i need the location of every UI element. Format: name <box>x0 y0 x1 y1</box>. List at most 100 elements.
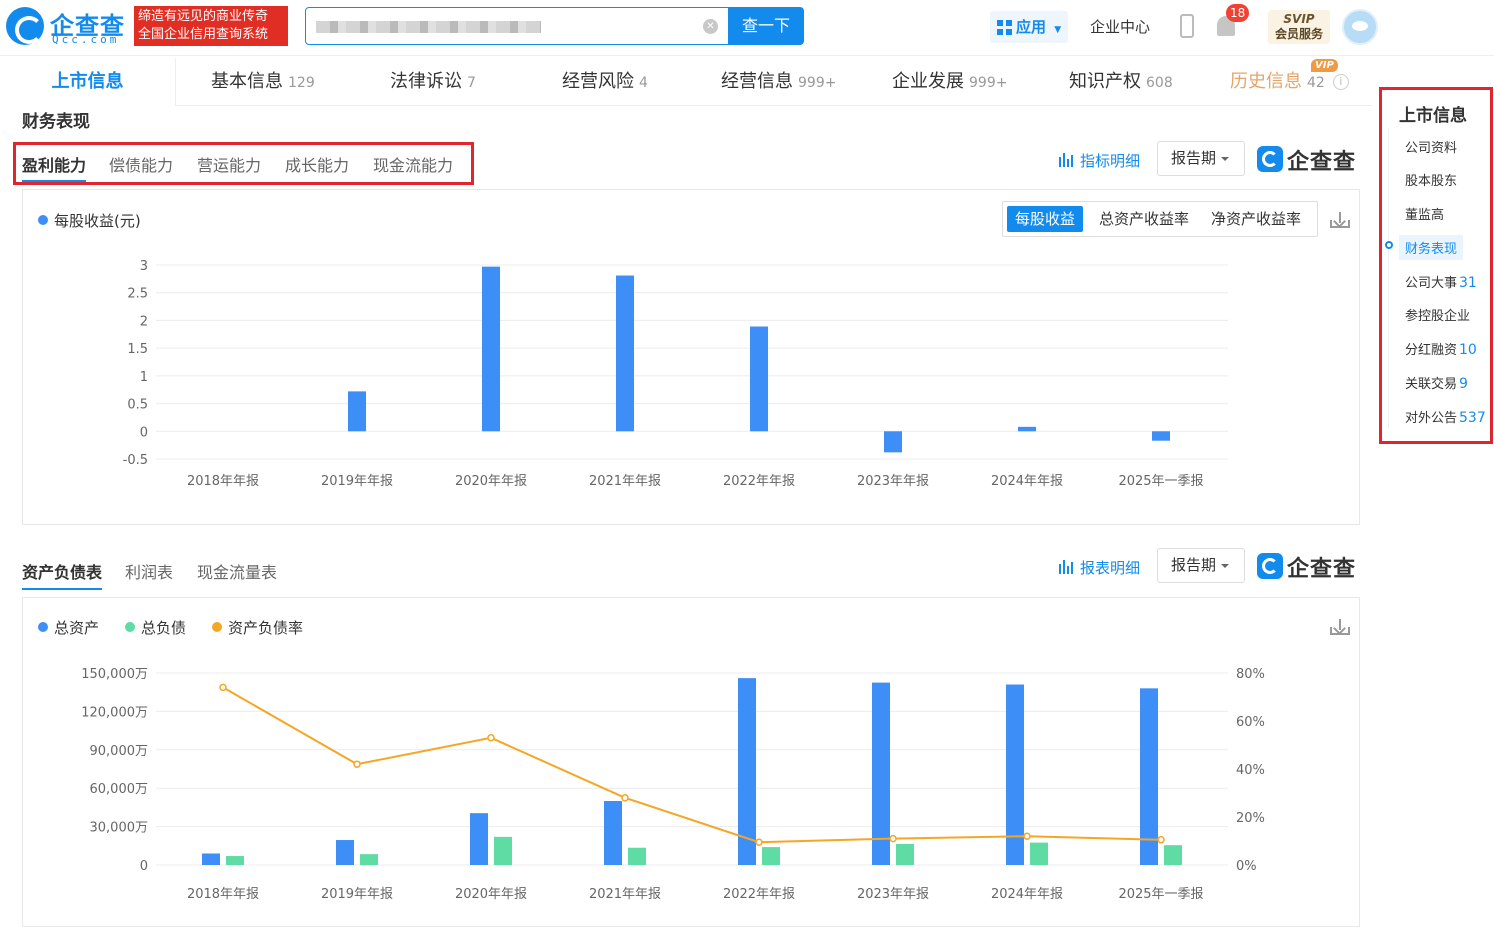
top-header: 企查查 Qcc.com 缔造有远见的商业传奇 全国企业信用查询系统 ✕ 查一下 … <box>0 0 1494 56</box>
slogan-line-2: 全国企业信用查询系统 <box>138 27 269 42</box>
subtab-profitability[interactable]: 盈利能力 <box>22 152 87 182</box>
download-icon[interactable] <box>1330 619 1350 635</box>
download-icon[interactable] <box>1330 212 1350 228</box>
tab-basic-info[interactable]: 基本信息 129 <box>211 58 315 106</box>
report-detail-link[interactable]: 报表明细 <box>1059 557 1140 578</box>
x-tick-label: 2020年年报 <box>455 474 527 489</box>
enterprise-center-link[interactable]: 企业中心 <box>1090 16 1150 37</box>
metric-detail-link[interactable]: 指标明细 <box>1059 150 1140 171</box>
x-tick-label: 2025年一季报 <box>1118 474 1203 489</box>
y-right-tick-label: 20% <box>1236 811 1265 826</box>
right-nav-item[interactable]: 公司大事 31 <box>1405 272 1477 291</box>
y-tick-label: 1 <box>140 370 148 385</box>
total-liabilities-bar <box>226 856 244 865</box>
x-tick-label: 2022年年报 <box>723 887 795 902</box>
tab-count: 999+ <box>798 75 837 91</box>
x-tick-label: 2023年年报 <box>857 474 929 489</box>
qcc-logo-icon[interactable] <box>6 7 44 45</box>
apps-label: 应用 <box>1016 18 1047 36</box>
tab-development[interactable]: 企业发展 999+ <box>892 58 1007 106</box>
toggle-eps[interactable]: 每股收益 <box>1007 206 1084 232</box>
tab-legal[interactable]: 法律诉讼 7 <box>390 58 476 106</box>
y-tick-label: 3 <box>140 259 148 274</box>
chart2-legend-assets[interactable]: 总资产 <box>38 617 99 638</box>
tab-label: 法律诉讼 <box>390 71 462 92</box>
metric-detail-label: 指标明细 <box>1080 152 1141 170</box>
total-assets-bar <box>872 682 890 865</box>
svip-label: SVIP <box>1283 12 1315 26</box>
y-left-tick-label: 90,000万 <box>90 744 149 759</box>
legend-label: 每股收益(元) <box>54 212 141 230</box>
total-liabilities-bar <box>1030 842 1048 865</box>
right-nav-label: 股本股东 <box>1405 174 1458 189</box>
x-tick-label: 2020年年报 <box>455 887 527 902</box>
right-nav-item[interactable]: 董监高 <box>1405 204 1444 223</box>
y-right-tick-label: 60% <box>1236 715 1265 730</box>
user-avatar[interactable] <box>1342 9 1378 45</box>
right-nav-item[interactable]: 财务表现 <box>1399 235 1464 260</box>
search-query-redacted <box>316 21 541 33</box>
tab-label: 上市信息 <box>51 71 124 92</box>
y-tick-label: 0.5 <box>127 398 148 413</box>
mobile-phone-icon[interactable] <box>1180 14 1194 38</box>
x-tick-label: 2021年年报 <box>589 474 661 489</box>
subtab-operating[interactable]: 营运能力 <box>197 152 261 176</box>
eps-bar <box>348 391 366 432</box>
right-nav-item[interactable]: 公司资料 <box>1405 137 1457 156</box>
total-assets-bar <box>336 840 354 865</box>
tab-income-statement[interactable]: 利润表 <box>125 559 173 583</box>
debt-ratio-point <box>1157 836 1165 844</box>
tab-balance-sheet[interactable]: 资产负债表 <box>22 559 103 590</box>
apps-button[interactable]: 应用 ▼ <box>990 11 1068 43</box>
chart1-legend[interactable]: 每股收益(元) <box>38 210 141 231</box>
chart2-legend-ratio[interactable]: 资产负债率 <box>212 617 303 638</box>
qcc-watermark-logo: 企查查 <box>1257 144 1361 175</box>
tab-operation[interactable]: 经营信息 999+ <box>721 58 836 106</box>
legend-label: 总负债 <box>141 619 187 637</box>
active-indicator-icon <box>1385 241 1393 249</box>
debt-ratio-point <box>487 734 495 742</box>
debt-ratio-point <box>1023 832 1031 840</box>
tab-risk[interactable]: 经营风险 4 <box>562 58 648 106</box>
period-select-2[interactable]: 报告期 <box>1157 548 1245 583</box>
tab-cashflow-statement[interactable]: 现金流量表 <box>197 559 277 583</box>
search-button[interactable]: 查一下 <box>728 7 804 45</box>
toggle-roe[interactable]: 净资产收益率 <box>1203 206 1309 232</box>
debt-ratio-point <box>621 794 629 802</box>
qcc-logo-icon <box>1257 146 1283 172</box>
apps-grid-icon <box>997 20 1012 35</box>
chart2-legend-liabilities[interactable]: 总负债 <box>125 617 186 638</box>
metric-toggle: 每股收益 总资产收益率 净资产收益率 <box>1002 201 1318 237</box>
info-icon[interactable]: i <box>1332 74 1349 90</box>
subtab-solvency[interactable]: 偿债能力 <box>109 152 173 176</box>
clear-icon[interactable]: ✕ <box>703 19 718 34</box>
svip-member-button[interactable]: SVIP 会员服务 <box>1268 10 1330 44</box>
tab-count: 42 <box>1307 75 1325 91</box>
tab-ip[interactable]: 知识产权 608 <box>1069 58 1173 106</box>
right-nav-item[interactable]: 分红融资 10 <box>1405 339 1477 358</box>
eps-bar <box>616 275 634 432</box>
right-nav-item[interactable]: 关联交易 9 <box>1405 373 1468 392</box>
toggle-roa[interactable]: 总资产收益率 <box>1091 206 1197 232</box>
right-nav-item[interactable]: 股本股东 <box>1405 170 1457 189</box>
tab-count: 4 <box>639 75 648 91</box>
y-right-tick-label: 40% <box>1236 763 1265 778</box>
right-nav-label: 分红融资 <box>1405 343 1458 358</box>
search-input[interactable]: ✕ <box>305 7 729 45</box>
subtab-cashflow[interactable]: 现金流能力 <box>373 152 453 176</box>
right-nav-item[interactable]: 对外公告 537 <box>1405 407 1486 426</box>
right-nav-label: 参控股企业 <box>1405 309 1471 324</box>
right-nav-count: 537 <box>1459 410 1486 426</box>
right-nav-label: 对外公告 <box>1405 411 1458 426</box>
right-nav-item[interactable]: 参控股企业 <box>1405 305 1470 324</box>
tab-listing-info[interactable]: 上市信息 <box>0 58 176 106</box>
y-left-tick-label: 150,000万 <box>81 667 148 682</box>
eps-bar <box>482 266 500 432</box>
eps-bar <box>1018 426 1036 432</box>
total-liabilities-bar <box>762 847 780 865</box>
right-nav-count: 9 <box>1459 376 1468 392</box>
subtab-growth[interactable]: 成长能力 <box>285 152 349 176</box>
right-nav-label: 关联交易 <box>1405 377 1458 392</box>
period-select[interactable]: 报告期 <box>1157 141 1245 176</box>
total-liabilities-bar <box>628 847 646 865</box>
